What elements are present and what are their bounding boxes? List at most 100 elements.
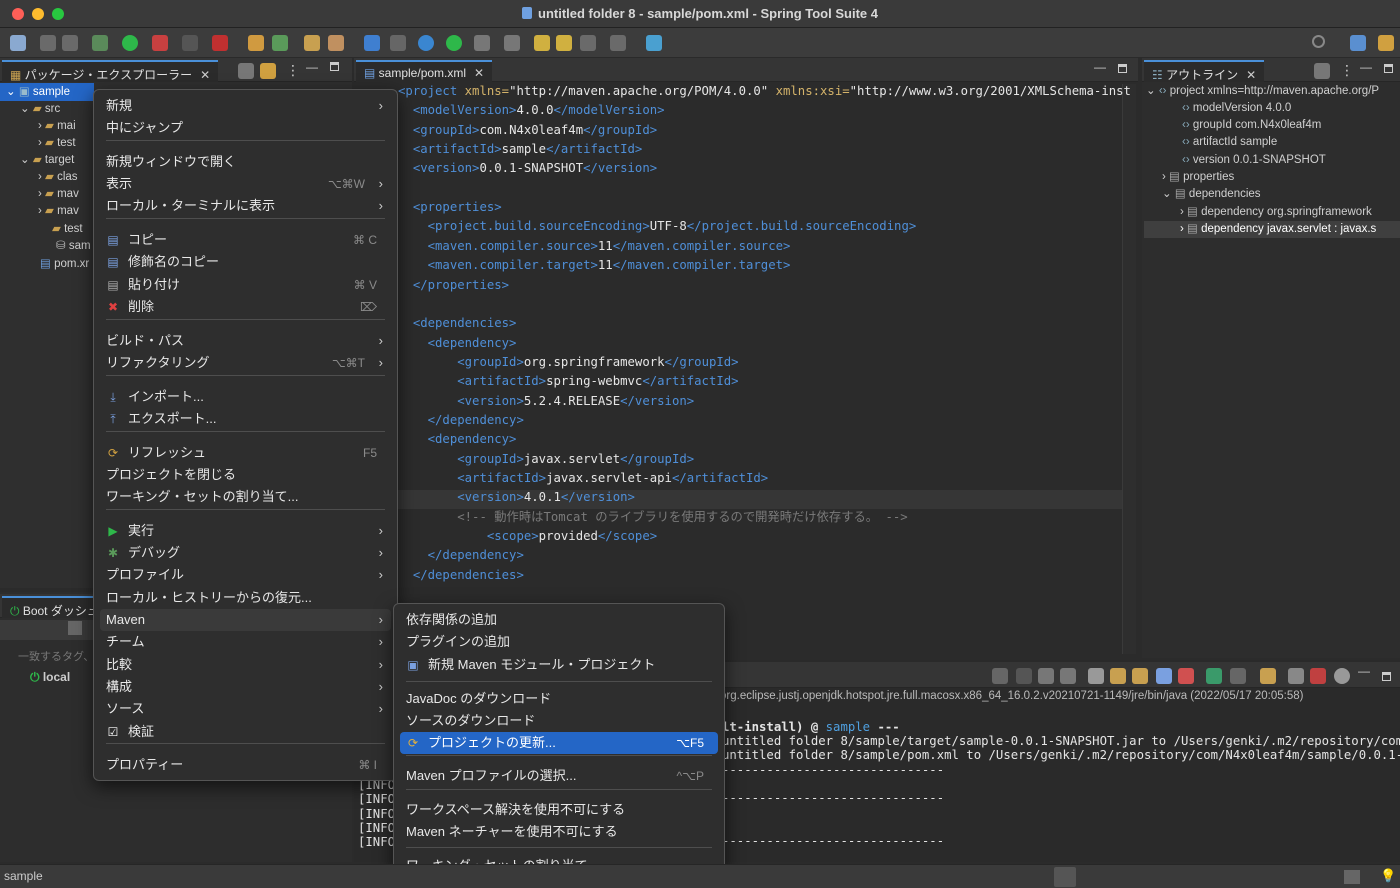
close-tab-icon[interactable]: ✕: [1246, 68, 1256, 82]
clear-console-icon[interactable]: [1088, 668, 1104, 684]
editor-scrollbar[interactable]: [1122, 84, 1136, 654]
menu-item-0[interactable]: 新規 ›: [100, 95, 391, 117]
debug-icon[interactable]: [92, 35, 108, 51]
save-icon[interactable]: [40, 35, 56, 51]
tree-item-pom[interactable]: ▤ pom.xr: [40, 256, 89, 273]
relaunch-icon[interactable]: [212, 35, 228, 51]
menu-item-21[interactable]: チーム ›: [100, 631, 391, 653]
tree-item-maven-status[interactable]: › ▰ mav: [38, 203, 79, 220]
code-line[interactable]: <version>0.0.1-SNAPSHOT</version>: [398, 159, 657, 178]
back-icon[interactable]: [580, 35, 596, 51]
outline-item-modelversion[interactable]: ‹› modelVersion 4.0.0: [1182, 100, 1291, 117]
code-line[interactable]: <maven.compiler.target>11</maven.compile…: [398, 256, 791, 275]
maven-menu-item-7[interactable]: ワークスペース解決を使用不可にする: [400, 799, 718, 821]
maximize-view-icon[interactable]: [330, 62, 339, 71]
code-line[interactable]: <!-- 動作時はTomcat のライブラリを使用するので開発時だけ依存する。 …: [398, 508, 907, 527]
maven-menu-item-2[interactable]: ▣ 新規 Maven モジュール・プロジェクト: [400, 654, 718, 676]
filter-icon[interactable]: [68, 621, 82, 635]
menu-item-13[interactable]: ⟳ リフレッシュ F5: [100, 442, 391, 464]
tree-item-maven-archiver[interactable]: › ▰ mav: [38, 186, 79, 203]
next-annotation-icon[interactable]: [474, 35, 490, 51]
tree-item-classes[interactable]: › ▰ clas: [38, 169, 78, 186]
pin-icon[interactable]: [646, 35, 662, 51]
code-line[interactable]: <dependency>: [398, 430, 517, 449]
menu-item-3[interactable]: 表示 ⌥⌘W ›: [100, 173, 391, 195]
outline-item-dependencies[interactable]: ⌄ ▤ dependencies: [1162, 186, 1261, 203]
code-line[interactable]: <dependency>: [398, 334, 517, 353]
link-editor-icon[interactable]: [260, 63, 276, 79]
code-line[interactable]: <project.build.sourceEncoding>UTF-8</pro…: [398, 217, 917, 236]
console-icon[interactable]: [364, 35, 380, 51]
code-line[interactable]: <artifactId>javax.servlet-api</artifactI…: [398, 469, 768, 488]
outline-item-version[interactable]: ‹› version 0.0.1-SNAPSHOT: [1182, 152, 1326, 169]
launch-icon[interactable]: [1054, 867, 1076, 887]
menu-item-17[interactable]: ✱ デバッグ ›: [100, 542, 391, 564]
word-wrap-icon[interactable]: [1132, 668, 1148, 684]
code-line[interactable]: </dependency>: [398, 411, 524, 430]
search-icon[interactable]: [1312, 35, 1325, 48]
show-stdout-icon[interactable]: [1156, 668, 1172, 684]
code-line[interactable]: <groupId>com.N4x0leaf4m</groupId>: [398, 121, 657, 140]
menu-item-5[interactable]: ▤ コピー ⌘ C: [100, 229, 391, 251]
notification-icon[interactable]: [1344, 870, 1360, 884]
menu-item-1[interactable]: 中にジャンプ: [100, 117, 391, 139]
pin-console-icon[interactable]: [1206, 668, 1222, 684]
menu-item-19[interactable]: ローカル・ヒストリーからの復元...: [100, 587, 391, 609]
collapse-all-icon[interactable]: [1314, 63, 1330, 79]
new-icon[interactable]: [10, 35, 26, 51]
new-console-icon[interactable]: [1260, 668, 1276, 684]
code-line[interactable]: </dependencies>: [398, 566, 524, 585]
copy-icon[interactable]: [1288, 668, 1304, 684]
stop-icon[interactable]: [182, 35, 198, 51]
outline-item-dependency-spring[interactable]: › ▤ dependency org.springframework: [1180, 204, 1372, 221]
scroll-lock-icon[interactable]: [1110, 668, 1126, 684]
code-line[interactable]: <project xmlns="http://maven.apache.org/…: [398, 82, 1131, 101]
maven-menu-item-0[interactable]: 依存関係の追加: [400, 609, 718, 631]
open-folder-icon[interactable]: [304, 35, 320, 51]
menu-item-4[interactable]: ローカル・ターミナルに表示 ›: [100, 195, 391, 217]
code-line[interactable]: <version>4.0.1</version>: [398, 488, 635, 507]
maven-menu-item-5[interactable]: ⟳ プロジェクトの更新... ⌥F5: [400, 732, 718, 754]
outline-item-dependency-servlet[interactable]: › ▤ dependency javax.servlet : javax.s: [1144, 221, 1400, 238]
skip-icon[interactable]: [390, 35, 406, 51]
menu-item-22[interactable]: 比較 ›: [100, 654, 391, 676]
outline-item-project[interactable]: ⌄ ‹› project xmlns=http://maven.apache.o…: [1146, 83, 1379, 100]
menu-item-10[interactable]: リファクタリング ⌥⌘T ›: [100, 352, 391, 374]
maximize-view-icon[interactable]: [1118, 64, 1127, 73]
maven-menu-item-6[interactable]: Maven プロファイルの選択... ^⌥P: [400, 765, 718, 787]
tree-item-test[interactable]: › ▰ test: [38, 135, 76, 152]
prev-annotation-icon[interactable]: [504, 35, 520, 51]
terminate-icon[interactable]: [1016, 668, 1032, 684]
code-line[interactable]: <maven.compiler.source>11</maven.compile…: [398, 237, 791, 256]
tree-item-sample-jar[interactable]: ⛁ sam: [56, 238, 91, 255]
menu-item-12[interactable]: ⤒ エクスポート...: [100, 408, 391, 430]
tip-icon[interactable]: 💡: [1380, 868, 1396, 884]
menu-item-8[interactable]: ✖ 削除 ⌦: [100, 296, 391, 318]
view-menu-icon[interactable]: ⋮: [286, 62, 300, 79]
menu-item-2[interactable]: 新規ウィンドウで開く: [100, 151, 391, 173]
refresh-icon[interactable]: [272, 35, 288, 51]
gear-icon[interactable]: [1334, 668, 1350, 684]
close-tab-icon[interactable]: ✕: [474, 66, 484, 80]
tag-filter-input[interactable]: 一致するタグ、: [18, 648, 94, 664]
code-line[interactable]: <modelVersion>4.0.0</modelVersion>: [398, 101, 665, 120]
tab-pom-xml[interactable]: ▤ sample/pom.xml ✕: [356, 60, 493, 82]
code-line[interactable]: <groupId>org.springframework</groupId>: [398, 353, 738, 372]
menu-item-7[interactable]: ▤ 貼り付け ⌘ V: [100, 274, 391, 296]
forward-edit-icon[interactable]: [556, 35, 572, 51]
close-tab-icon[interactable]: ✕: [200, 68, 210, 82]
save-all-icon[interactable]: [62, 35, 78, 51]
power-icon[interactable]: [446, 35, 462, 51]
show-stderr-icon[interactable]: [1178, 668, 1194, 684]
tree-item-main[interactable]: › ▰ mai: [38, 118, 76, 135]
back-edit-icon[interactable]: [534, 35, 550, 51]
menu-item-23[interactable]: 構成 ›: [100, 676, 391, 698]
tab-package-explorer[interactable]: ▦ パッケージ・エクスプローラー ✕: [2, 60, 219, 82]
tree-item-sample[interactable]: ⌄ ▣ sample: [0, 83, 94, 101]
code-line[interactable]: <dependencies>: [398, 314, 517, 333]
menu-item-20[interactable]: Maven ›: [100, 609, 391, 631]
run-config-icon[interactable]: [152, 35, 168, 51]
perspective-icon[interactable]: [1350, 35, 1366, 51]
tree-item-src[interactable]: ⌄ ▰ src: [20, 101, 60, 118]
code-line[interactable]: <scope>provided</scope>: [398, 527, 657, 546]
